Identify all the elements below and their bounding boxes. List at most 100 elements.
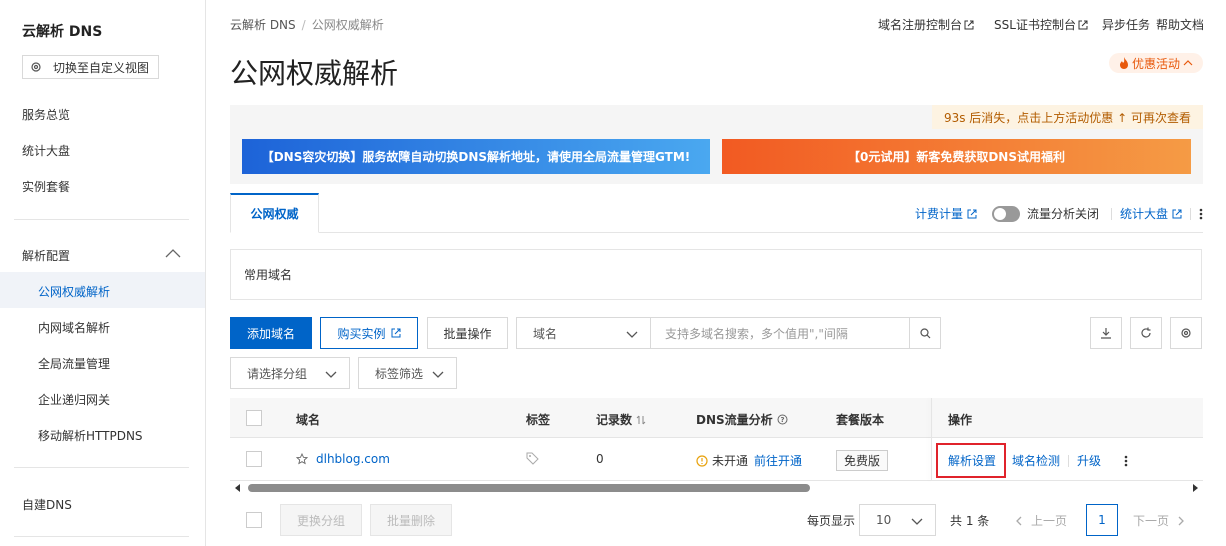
domain-link[interactable]: dlhblog.com [316,452,390,466]
sidebar-group-dns-config[interactable]: 解析配置 [22,247,70,264]
switch-view-button[interactable]: 切换至自定义视图 [22,55,159,79]
ssl-console-link[interactable]: SSL证书控制台 [984,16,1088,33]
table-header: 域名 标签 记录数 DNS流量分析 ? 套餐版本 操作 [230,398,1203,438]
enable-traffic-link[interactable]: 前往开通 [754,452,802,469]
external-link-icon [967,209,977,218]
sidebar-item-recursive-gateway[interactable]: 企业递归网关 [38,391,110,408]
sidebar-item-packages[interactable]: 实例套餐 [22,178,70,195]
external-link-icon [1172,209,1182,218]
gtm-banner[interactable]: 【DNS容灾切换】服务故障自动切换DNS解析地址，请使用全局流量管理GTM! [242,139,710,174]
change-group-button[interactable]: 更换分组 [280,504,362,536]
tag-filter-select[interactable]: 标签筛选 [358,357,457,389]
search-field-select[interactable]: 域名 [516,317,651,349]
select-all-checkbox[interactable] [246,410,262,426]
total-count: 共 1 条 [950,514,990,528]
per-page-select[interactable]: 10 [859,504,936,536]
page-1-button[interactable]: 1 [1086,504,1118,536]
sidebar-item-private-dns[interactable]: 内网域名解析 [38,319,110,336]
help-docs-link[interactable]: 帮助文档 [1156,16,1204,33]
highlight-box [936,443,1006,478]
scrollbar-thumb[interactable] [248,484,810,492]
chevron-down-icon [911,518,923,525]
common-domains-label: 常用域名 [244,268,293,282]
col-dns-traffic: DNS流量分析 ? [696,411,788,428]
upgrade-link[interactable]: 升级 [1077,452,1101,469]
package-badge: 免费版 [836,450,889,471]
domain-cell: dlhblog.com [296,452,390,466]
sidebar-item-dashboard[interactable]: 统计大盘 [22,142,70,159]
sidebar-item-httpdns[interactable]: 移动解析HTTPDNS [38,427,143,444]
traffic-analysis-toggle[interactable] [991,205,1020,222]
col-domain: 域名 [296,413,321,427]
buy-instance-button[interactable]: 购买实例 [320,317,418,349]
more-icon[interactable] [1124,455,1128,467]
sort-icon [636,415,646,424]
external-link-icon [391,328,400,338]
refresh-button[interactable] [1130,317,1162,349]
chevron-right-icon [1178,516,1184,525]
tab-actions: 计费计量 流量分析关闭 统计大盘 [915,205,1203,222]
col-package: 套餐版本 [836,413,885,427]
sidebar-divider [14,219,189,220]
sidebar-item-gtm[interactable]: 全局流量管理 [38,355,110,372]
external-link-icon [964,20,974,29]
star-icon[interactable] [296,453,308,465]
row-checkbox[interactable] [246,451,262,467]
refresh-icon [1141,327,1151,338]
main-content: 云解析 DNS / 公网权威解析 域名注册控制台 SSL证书控制台 异步任务 帮助文… [207,0,1226,546]
next-page-button[interactable]: 下一页 [1133,512,1185,529]
fire-icon [1119,57,1128,69]
sidebar-item-overview[interactable]: 服务总览 [22,106,70,123]
chevron-down-icon [626,331,638,338]
sidebar-item-public-dns[interactable]: 公网权威解析 [38,283,110,300]
free-trial-banner[interactable]: 【0元试用】新客免费获取DNS试用福利 [722,139,1191,174]
scroll-left-icon [235,484,240,492]
switch-view-label: 切换至自定义视图 [53,60,150,75]
chevron-left-icon [1016,516,1022,525]
settings-button[interactable] [1170,317,1202,349]
warning-icon [696,454,708,467]
tab-bar: 公网权威 计费计量 流量分析关闭 统计大盘 [230,193,1203,233]
breadcrumb-item[interactable]: 云解析 DNS [230,18,296,32]
promo-toggle[interactable]: 优惠活动 [1109,53,1203,73]
horizontal-scrollbar[interactable] [230,483,1203,493]
async-tasks-link[interactable]: 异步任务 [1102,16,1150,33]
package-cell: 免费版 [836,450,889,471]
traffic-analysis-label: 流量分析关闭 [1026,207,1099,221]
search-input[interactable]: 支持多域名搜索，多个值用","间隔 [650,317,910,349]
breadcrumb-current: 公网权威解析 [311,18,384,32]
page-title: 公网权威解析 [230,57,399,90]
billing-link[interactable]: 计费计量 [915,205,963,222]
tab-public-authority[interactable]: 公网权威 [230,193,319,233]
download-button[interactable] [1090,317,1122,349]
domain-console-link[interactable]: 域名注册控制台 [868,16,974,33]
chevron-down-icon [325,371,337,378]
batch-delete-button[interactable]: 批量删除 [370,504,452,536]
breadcrumb: 云解析 DNS / 公网权威解析 [230,18,384,32]
sidebar-item-self-built-dns[interactable]: 自建DNS [22,496,72,513]
stats-link[interactable]: 统计大盘 [1120,205,1168,222]
group-select[interactable]: 请选择分组 [230,357,350,389]
col-records[interactable]: 记录数 [596,411,646,428]
traffic-status: 未开通 [712,454,749,468]
domain-table: 域名 标签 记录数 DNS流量分析 ? 套餐版本 操作 dlhblog.com … [230,398,1203,481]
search-button[interactable] [909,317,941,349]
domain-check-link[interactable]: 域名检测 [1012,452,1060,469]
prev-page-button[interactable]: 上一页 [1015,512,1067,529]
footer-checkbox[interactable] [246,512,262,528]
common-domains-panel: 常用域名 [230,249,1202,300]
tag-cell[interactable] [526,452,539,465]
download-icon [1101,328,1111,339]
gear-icon [30,61,42,73]
more-icon[interactable] [1199,208,1203,220]
add-domain-button[interactable]: 添加域名 [230,317,312,349]
svg-text:?: ? [780,416,784,424]
tag-icon [526,452,539,465]
sidebar-title: 云解析 DNS [22,24,103,40]
banner-countdown-note: 93s 后消失，点击上方活动优惠 ↑ 可再次查看 [931,105,1203,129]
chevron-up-icon[interactable] [165,248,181,258]
help-icon: ? [777,414,788,425]
top-links: 域名注册控制台 SSL证书控制台 异步任务 帮助文档 [858,16,1204,33]
batch-ops-button[interactable]: 批量操作 [427,317,508,349]
chevron-down-icon [432,371,444,378]
